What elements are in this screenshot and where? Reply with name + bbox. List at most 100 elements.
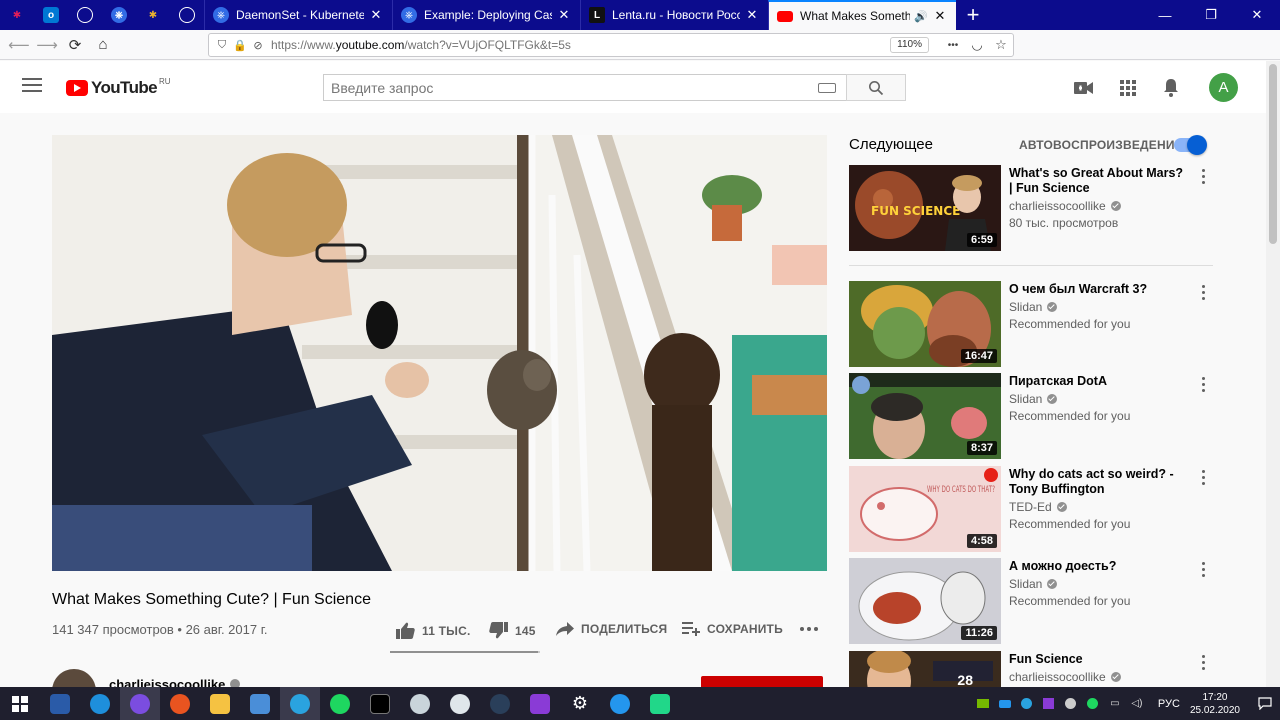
video-thumbnail[interactable]: 11:26	[849, 558, 1001, 644]
taskbar-telegram[interactable]	[280, 687, 320, 720]
channel-name[interactable]: Slidan	[1009, 300, 1058, 314]
autoplay-toggle-knob[interactable]	[1187, 135, 1207, 155]
recommended-video[interactable]: FUN SCIENCE 6:59 What's so Great About M…	[849, 165, 1214, 251]
zoom-indicator[interactable]: 110%	[890, 37, 929, 53]
more-options-icon[interactable]	[1199, 562, 1207, 580]
taskbar-remote-desktop[interactable]	[240, 687, 280, 720]
apps-grid-icon[interactable]	[1116, 76, 1140, 100]
network-icon[interactable]: ▭	[1104, 687, 1126, 720]
video-player[interactable]	[52, 135, 827, 571]
autoplay-toggle[interactable]	[1174, 135, 1207, 155]
restore-icon[interactable]: ❐	[1188, 0, 1234, 30]
intellij-tray-icon[interactable]	[1038, 687, 1060, 720]
pinned-tab-slack-2[interactable]: ✱	[136, 0, 170, 30]
taskbar-spotify[interactable]	[320, 687, 360, 720]
recommended-video[interactable]: 8:37 Пиратская DotA Slidan Recommended f…	[849, 373, 1214, 459]
user-avatar[interactable]: A	[1209, 73, 1238, 102]
minimize-icon[interactable]: —	[1142, 0, 1188, 30]
video-title[interactable]: А можно доесть?	[1009, 559, 1189, 574]
dislike-button[interactable]: 145	[489, 622, 536, 639]
taskbar-pycharm[interactable]	[640, 687, 680, 720]
channel-name[interactable]: charlieissocoollike	[1009, 199, 1121, 213]
tracking-protection-icon[interactable]: ⛉	[213, 39, 231, 52]
tab-close-icon[interactable]: ✕	[932, 8, 948, 24]
back-icon[interactable]: ⟵	[6, 32, 32, 58]
language-indicator[interactable]: РУС	[1158, 698, 1180, 710]
youtube-logo[interactable]: YouTube RU	[66, 77, 171, 98]
taskbar-edge[interactable]	[80, 687, 120, 720]
pinned-tab-globe-2[interactable]	[170, 0, 204, 30]
channel-name[interactable]: Slidan	[1009, 392, 1058, 406]
video-thumbnail[interactable]: WHY DO CATS DO THAT? 4:58	[849, 466, 1001, 552]
taskbar-app-feather[interactable]	[400, 687, 440, 720]
video-title[interactable]: Пиратская DotA	[1009, 374, 1189, 389]
scrollbar-thumb[interactable]	[1269, 64, 1277, 244]
speaker-icon[interactable]: 🔊	[914, 10, 928, 23]
video-thumbnail[interactable]: 28	[849, 651, 1001, 687]
recommended-video[interactable]: WHY DO CATS DO THAT? 4:58 Why do cats ac…	[849, 466, 1214, 552]
like-button[interactable]: 11 ТЫС.	[396, 622, 471, 639]
new-tab-button[interactable]: +	[956, 0, 990, 30]
search-button[interactable]	[846, 74, 906, 101]
create-video-icon[interactable]	[1072, 76, 1096, 100]
close-window-icon[interactable]: ✕	[1234, 0, 1280, 30]
taskbar-steam[interactable]	[480, 687, 520, 720]
taskbar-intellij[interactable]	[520, 687, 560, 720]
keyboard-icon[interactable]	[818, 82, 836, 93]
telegram-tray-icon[interactable]	[1016, 687, 1038, 720]
more-actions-icon[interactable]	[800, 624, 825, 634]
tab-lenta[interactable]: L Lenta.ru - Новости России и м ✕	[580, 0, 768, 30]
channel-name[interactable]: TED-Ed	[1009, 500, 1067, 514]
tab-close-icon[interactable]: ✕	[556, 7, 572, 23]
start-button[interactable]	[0, 687, 40, 720]
taskbar-ubuntu[interactable]	[160, 687, 200, 720]
video-title[interactable]: Why do cats act so weird? - Tony Buffing…	[1009, 467, 1189, 497]
notifications-bell-icon[interactable]	[1159, 76, 1183, 100]
video-title[interactable]: What's so Great About Mars? | Fun Scienc…	[1009, 166, 1189, 196]
taskbar-app-cloud[interactable]	[440, 687, 480, 720]
more-options-icon[interactable]	[1199, 470, 1207, 488]
tab-youtube[interactable]: What Makes Something Cu 🔊 ✕	[768, 0, 956, 30]
taskbar-settings[interactable]: ⚙	[560, 687, 600, 720]
guide-menu-icon[interactable]	[22, 78, 42, 94]
video-title[interactable]: О чем был Warcraft 3?	[1009, 282, 1189, 297]
more-options-icon[interactable]	[1199, 377, 1207, 395]
home-icon[interactable]: ⌂	[90, 32, 116, 58]
pocket-icon[interactable]: ◡	[965, 37, 989, 53]
recommended-video[interactable]: 11:26 А можно доесть? Slidan Recommended…	[849, 558, 1214, 644]
video-thumbnail[interactable]: 8:37	[849, 373, 1001, 459]
taskbar-terminal[interactable]	[360, 687, 400, 720]
system-clock[interactable]: 17:20 25.02.2020	[1190, 691, 1240, 717]
notifications-icon[interactable]	[1250, 687, 1280, 720]
reload-icon[interactable]: ⟳	[62, 32, 88, 58]
tab-cassandra[interactable]: ⎈ Example: Deploying Cassandra ✕	[392, 0, 580, 30]
save-button[interactable]: СОХРАНИТЬ	[682, 622, 783, 636]
steam-tray-icon[interactable]	[1060, 687, 1082, 720]
url-bar[interactable]: ⛉ 🔒 ⊘ https://www.youtube.com/watch?v=VU…	[208, 33, 1014, 57]
video-thumbnail[interactable]: FUN SCIENCE 6:59	[849, 165, 1001, 251]
channel-name[interactable]: charlieissocoollike	[1009, 670, 1121, 684]
tab-close-icon[interactable]: ✕	[368, 7, 384, 23]
video-title[interactable]: Fun Science	[1009, 652, 1189, 667]
docker-tray-icon[interactable]	[994, 687, 1016, 720]
share-button[interactable]: ПОДЕЛИТЬСЯ	[556, 622, 667, 636]
tab-close-icon[interactable]: ✕	[744, 7, 760, 23]
autoplay-blocked-icon[interactable]: ⊘	[249, 39, 267, 52]
pinned-tab-kubernetes[interactable]: ⎈	[102, 0, 136, 30]
page-actions-icon[interactable]: •••	[941, 40, 965, 51]
pinned-tab-slack[interactable]: ✱	[0, 0, 34, 30]
more-options-icon[interactable]	[1199, 285, 1207, 303]
more-options-icon[interactable]	[1199, 655, 1207, 673]
bookmark-star-icon[interactable]: ☆	[989, 37, 1013, 53]
tab-daemonset[interactable]: ⎈ DaemonSet - Kubernetes ✕	[204, 0, 392, 30]
pinned-tab-globe-1[interactable]	[68, 0, 102, 30]
taskbar-powershell[interactable]	[40, 687, 80, 720]
channel-name[interactable]: Slidan	[1009, 577, 1058, 591]
page-scrollbar[interactable]	[1266, 61, 1280, 687]
nvidia-icon[interactable]	[972, 687, 994, 720]
forward-icon[interactable]: ⟶	[34, 32, 60, 58]
volume-icon[interactable]: ◁)	[1126, 687, 1148, 720]
recommended-video[interactable]: 28 Fun Science charlieissocoollike	[849, 651, 1214, 687]
taskbar-docker[interactable]	[600, 687, 640, 720]
video-thumbnail[interactable]: 16:47	[849, 281, 1001, 367]
